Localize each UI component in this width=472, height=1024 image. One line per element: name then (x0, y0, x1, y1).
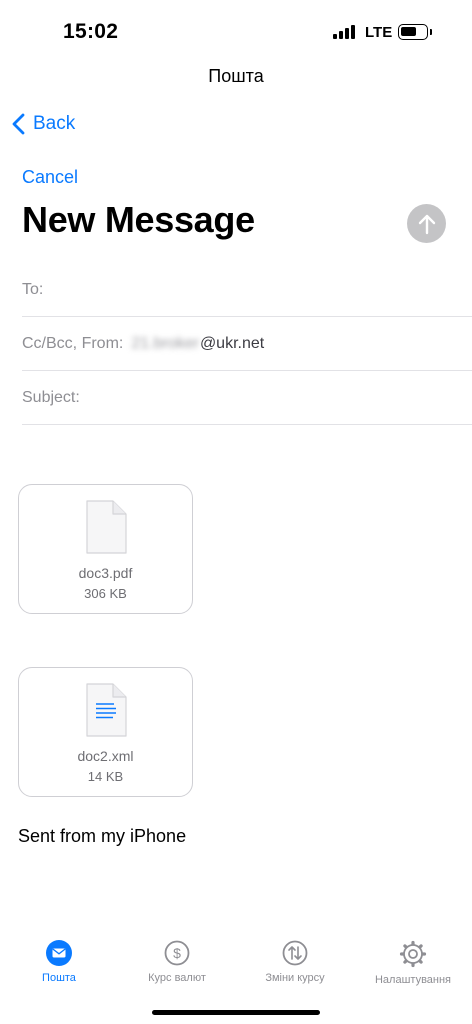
attachment-name: doc2.xml (77, 748, 134, 764)
app-title: Пошта (208, 66, 264, 86)
dollar-icon: $ (164, 940, 190, 966)
to-label: To: (22, 280, 44, 298)
mail-icon (46, 940, 72, 966)
attachment-size: 14 KB (87, 769, 124, 784)
status-bar: 15:02 LTE (0, 0, 472, 62)
signal-icon (333, 25, 357, 39)
tab-label: Курс валют (148, 972, 206, 984)
from-address-domain: @ukr.net (199, 334, 265, 352)
back-label: Back (33, 113, 76, 134)
from-address-blurred: 21.broker (131, 334, 199, 352)
cc-bcc-from-field[interactable]: Cc/Bcc, From: 21.broker @ukr.net (22, 317, 472, 371)
tab-label: Налаштування (374, 974, 452, 986)
subject-field[interactable]: Subject: (22, 371, 472, 425)
subject-label: Subject: (22, 388, 80, 406)
chevron-left-icon (12, 113, 25, 135)
send-button[interactable] (407, 204, 446, 243)
compose-title: New Message (22, 199, 255, 240)
email-signature[interactable]: Sent from my iPhone (18, 826, 186, 847)
tab-bar: Пошта $ Курс валют Зміни курсу Налаштува… (0, 928, 472, 998)
gear-icon (399, 940, 427, 968)
tab-rate-changes[interactable]: Зміни курсу (236, 928, 354, 990)
tab-label: Зміни курсу (265, 972, 325, 984)
back-button[interactable]: Back (12, 110, 75, 138)
exchange-icon (282, 940, 308, 966)
home-indicator[interactable] (152, 1010, 320, 1015)
status-time: 15:02 (63, 20, 119, 43)
tab-label: Пошта (42, 972, 76, 984)
tab-mail[interactable]: Пошта (0, 928, 118, 990)
subject-input[interactable] (85, 382, 472, 413)
attachment-xml[interactable]: doc2.xml 14 KB (18, 667, 193, 797)
arrow-up-icon (418, 214, 435, 234)
to-input[interactable] (49, 274, 472, 305)
to-field[interactable]: To: (22, 263, 472, 317)
tab-settings[interactable]: Налаштування (354, 928, 472, 990)
cc-from-label: Cc/Bcc, From: (22, 334, 124, 352)
pdf-file-icon (86, 500, 127, 554)
from-address: 21.broker @ukr.net (131, 335, 264, 353)
svg-text:$: $ (173, 945, 181, 961)
cancel-button[interactable]: Cancel (22, 167, 78, 188)
battery-icon (398, 24, 428, 40)
tab-exchange-rates[interactable]: $ Курс валют (118, 928, 236, 990)
attachment-pdf[interactable]: doc3.pdf 306 KB (18, 484, 193, 614)
attachment-size: 306 KB (84, 586, 127, 601)
battery-cap (430, 29, 432, 35)
text-file-icon (86, 683, 127, 737)
attachment-name: doc3.pdf (78, 565, 133, 581)
network-type: LTE (365, 24, 393, 41)
